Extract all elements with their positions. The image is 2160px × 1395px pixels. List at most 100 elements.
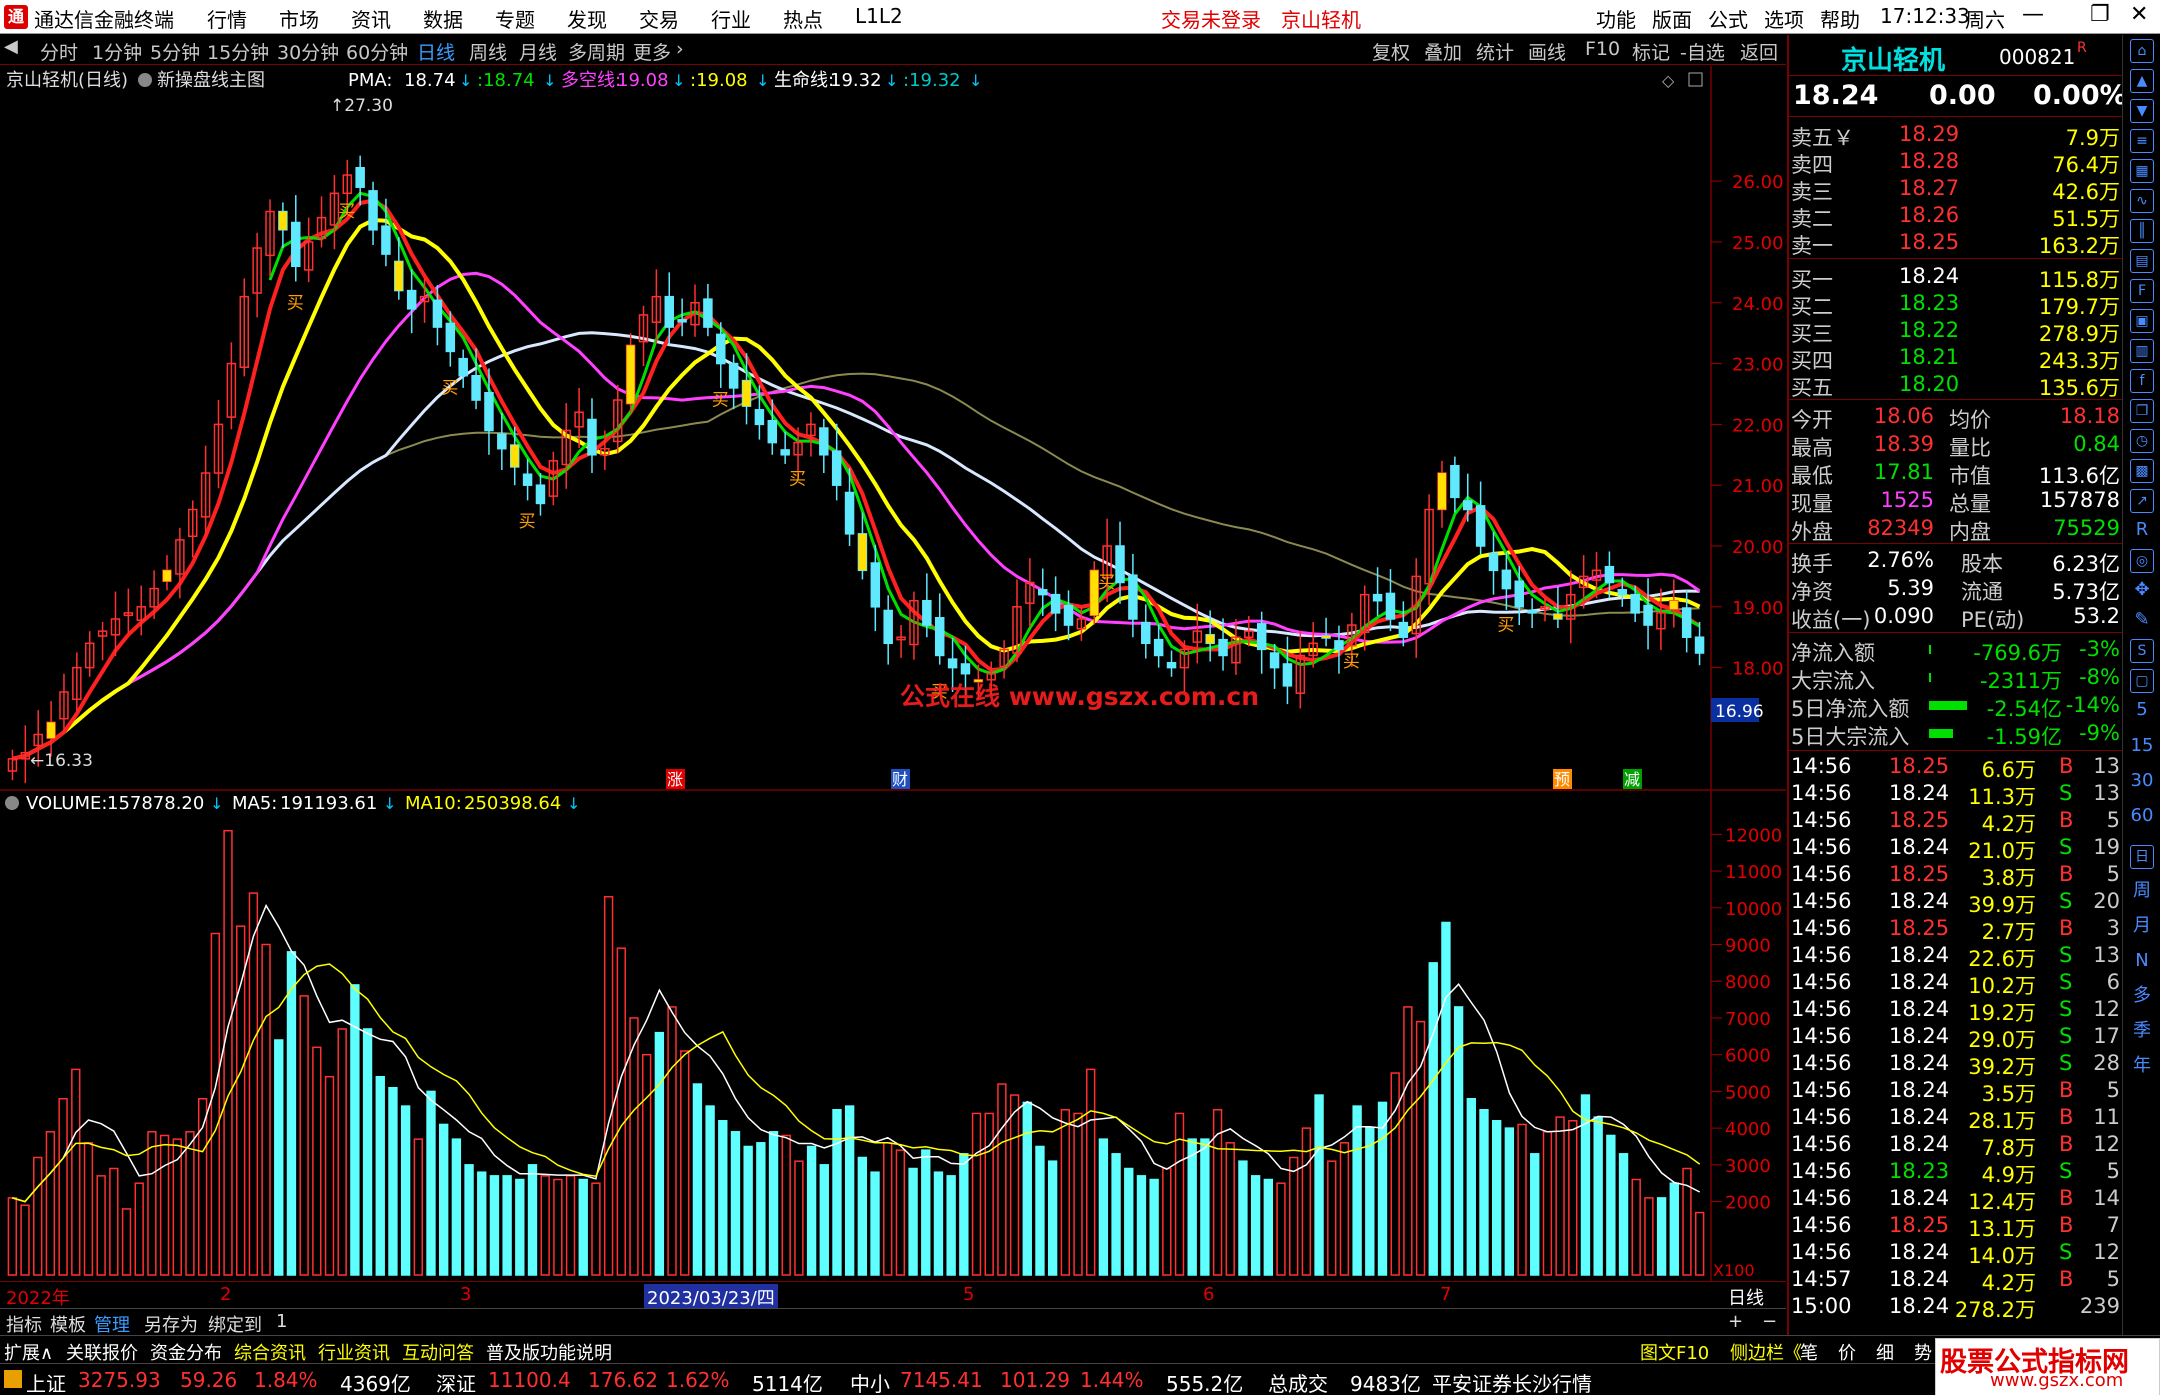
period-tab-daily[interactable]: 日线 <box>417 38 455 65</box>
menu-options[interactable]: 选项 <box>1764 4 1804 33</box>
period-tab-more[interactable]: 更多 <box>633 38 671 65</box>
collapse-icon[interactable]: ◀ <box>4 36 18 57</box>
login-status[interactable]: 交易未登录 <box>1161 4 1261 33</box>
info-tab[interactable]: 普及版功能说明 <box>486 1339 612 1365</box>
f10-icon[interactable]: F <box>2130 279 2154 303</box>
info-tab[interactable]: 行业资讯 <box>318 1339 390 1365</box>
kline-icon[interactable]: ║ <box>2130 219 2154 243</box>
box-icon[interactable]: ▢ <box>2130 669 2154 693</box>
period-year-icon[interactable]: 年 <box>2130 1055 2154 1079</box>
period-month-icon[interactable]: 月 <box>2130 915 2154 939</box>
menu-help[interactable]: 帮助 <box>1820 4 1860 33</box>
maximize-chart-icon[interactable] <box>1688 72 1703 87</box>
pin-icon[interactable]: ⌂ <box>2130 39 2154 63</box>
period-tab[interactable]: 15分钟 <box>207 38 269 65</box>
menu-discover[interactable]: 发现 <box>567 4 607 33</box>
side-tab[interactable]: 价 <box>1838 1339 1856 1365</box>
menu-news[interactable]: 资讯 <box>351 4 391 33</box>
toolbar-btn[interactable]: 返回 <box>1740 38 1778 65</box>
zoom-out-icon[interactable]: − <box>1762 1311 1777 1332</box>
stats-icon[interactable]: ▩ <box>2130 459 2154 483</box>
diamond-icon[interactable]: ◇ <box>1662 71 1675 90</box>
menu-trade[interactable]: 交易 <box>639 4 679 33</box>
table-icon[interactable]: ▤ <box>2130 249 2154 273</box>
menu-topic[interactable]: 专题 <box>495 4 535 33</box>
toolbar-btn[interactable]: 复权 <box>1372 38 1410 65</box>
doc-icon[interactable]: ▥ <box>2130 339 2154 363</box>
period-15-icon[interactable]: 15 <box>2130 735 2154 759</box>
period-60-icon[interactable]: 60 <box>2130 805 2154 829</box>
menu-quote[interactable]: 行情 <box>207 4 247 33</box>
sidebar-tab[interactable]: 侧边栏《 <box>1730 1339 1802 1365</box>
period-5-icon[interactable]: 5 <box>2130 699 2154 723</box>
period-tab[interactable]: 周线 <box>469 38 507 65</box>
up-icon[interactable]: ▲ <box>2130 69 2154 93</box>
info-tab[interactable]: 互动问答 <box>402 1339 474 1365</box>
menu-l1l2[interactable]: L1L2 <box>855 4 903 28</box>
close-icon[interactable]: ✕ <box>2130 2 2148 27</box>
fs-icon[interactable]: S <box>2130 639 2154 663</box>
toolbar-btn[interactable]: 统计 <box>1476 38 1514 65</box>
period-tab[interactable]: 60分钟 <box>346 38 408 65</box>
period-30-icon[interactable]: 30 <box>2130 770 2154 794</box>
period-tab[interactable]: 1分钟 <box>92 38 142 65</box>
period-n-icon[interactable]: N <box>2130 950 2154 974</box>
move-icon[interactable]: ✥ <box>2130 579 2154 603</box>
zoom-in-icon[interactable]: + <box>1728 1311 1743 1332</box>
tab-save-as[interactable]: 另存为 <box>144 1311 198 1337</box>
period-season-icon[interactable]: 季 <box>2130 1020 2154 1044</box>
menu-function[interactable]: 功能 <box>1596 4 1636 33</box>
target-icon[interactable]: ◎ <box>2130 549 2154 573</box>
minimize-icon[interactable]: — <box>2022 2 2044 27</box>
info-tab[interactable]: 综合资讯 <box>234 1339 306 1365</box>
menu-layout[interactable]: 版面 <box>1652 4 1692 33</box>
tab-indicator[interactable]: 指标 <box>6 1311 42 1337</box>
menu-formula[interactable]: 公式 <box>1708 4 1748 33</box>
tab-number[interactable]: 1 <box>276 1311 287 1332</box>
menu-hot[interactable]: 热点 <box>783 4 823 33</box>
side-tab[interactable]: 势 <box>1914 1339 1932 1365</box>
period-tab[interactable]: 30分钟 <box>277 38 339 65</box>
trend-icon[interactable]: ↗ <box>2130 489 2154 513</box>
list-icon[interactable]: ≡ <box>2130 129 2154 153</box>
period-tab[interactable]: 月线 <box>519 38 557 65</box>
rsi-icon[interactable]: R <box>2130 519 2154 543</box>
toolbar-btn[interactable]: 叠加 <box>1424 38 1462 65</box>
tab-bind[interactable]: 绑定到 <box>208 1311 262 1337</box>
period-multi-icon[interactable]: 多 <box>2130 985 2154 1009</box>
period-tab[interactable]: 多周期 <box>568 38 625 65</box>
period-tab[interactable]: 5分钟 <box>150 38 200 65</box>
tab-template[interactable]: 模板 <box>50 1311 86 1337</box>
restore-icon[interactable]: ❐ <box>2090 2 2110 27</box>
fs-icon[interactable]: f <box>2130 369 2154 393</box>
tab-manage[interactable]: 管理 <box>94 1311 130 1337</box>
info-tab[interactable]: 资金分布 <box>150 1339 222 1365</box>
side-tab[interactable]: 笔 <box>1800 1339 1818 1365</box>
copy-icon[interactable]: ❐ <box>2130 399 2154 423</box>
side-tab[interactable]: 细 <box>1876 1339 1894 1365</box>
status-icon[interactable] <box>4 1370 22 1388</box>
toolbar-btn[interactable]: 标记 <box>1632 38 1670 65</box>
menu-data[interactable]: 数据 <box>423 4 463 33</box>
menu-market[interactable]: 市场 <box>279 4 319 33</box>
period-tab[interactable]: 分时 <box>40 38 78 65</box>
expand-tab[interactable]: 扩展∧ <box>4 1339 53 1365</box>
toolbar-btn[interactable]: 画线 <box>1528 38 1566 65</box>
menu-industry[interactable]: 行业 <box>711 4 751 33</box>
volume-chart[interactable]: 2000 3000 4000 5000 6000 7000 8000 9000 10000 110… <box>0 791 1786 1281</box>
toolbar-btn[interactable]: F10 <box>1585 38 1620 60</box>
vol-dropdown-icon[interactable] <box>5 796 19 810</box>
f10-tab[interactable]: 图文F10 <box>1640 1339 1709 1365</box>
toolbar-btn[interactable]: -自选 <box>1680 38 1725 65</box>
formula-name[interactable]: 新操盘线主图 <box>157 70 265 91</box>
formula-dropdown-icon[interactable] <box>138 73 152 87</box>
news-icon[interactable]: ▣ <box>2130 309 2154 333</box>
info-tab[interactable]: 关联报价 <box>66 1339 138 1365</box>
down-icon[interactable]: ▼ <box>2130 99 2154 123</box>
period-day-icon[interactable]: 日 <box>2130 845 2154 869</box>
period-week-icon[interactable]: 周 <box>2130 880 2154 904</box>
pen-icon[interactable]: ✎ <box>2130 609 2154 633</box>
kline-chart[interactable]: 18.00 19.00 20.00 21.00 22.00 23.00 24.00 25.00… <box>0 66 1786 791</box>
clock-icon[interactable]: ◷ <box>2130 429 2154 453</box>
chart-icon[interactable]: ∿ <box>2130 189 2154 213</box>
